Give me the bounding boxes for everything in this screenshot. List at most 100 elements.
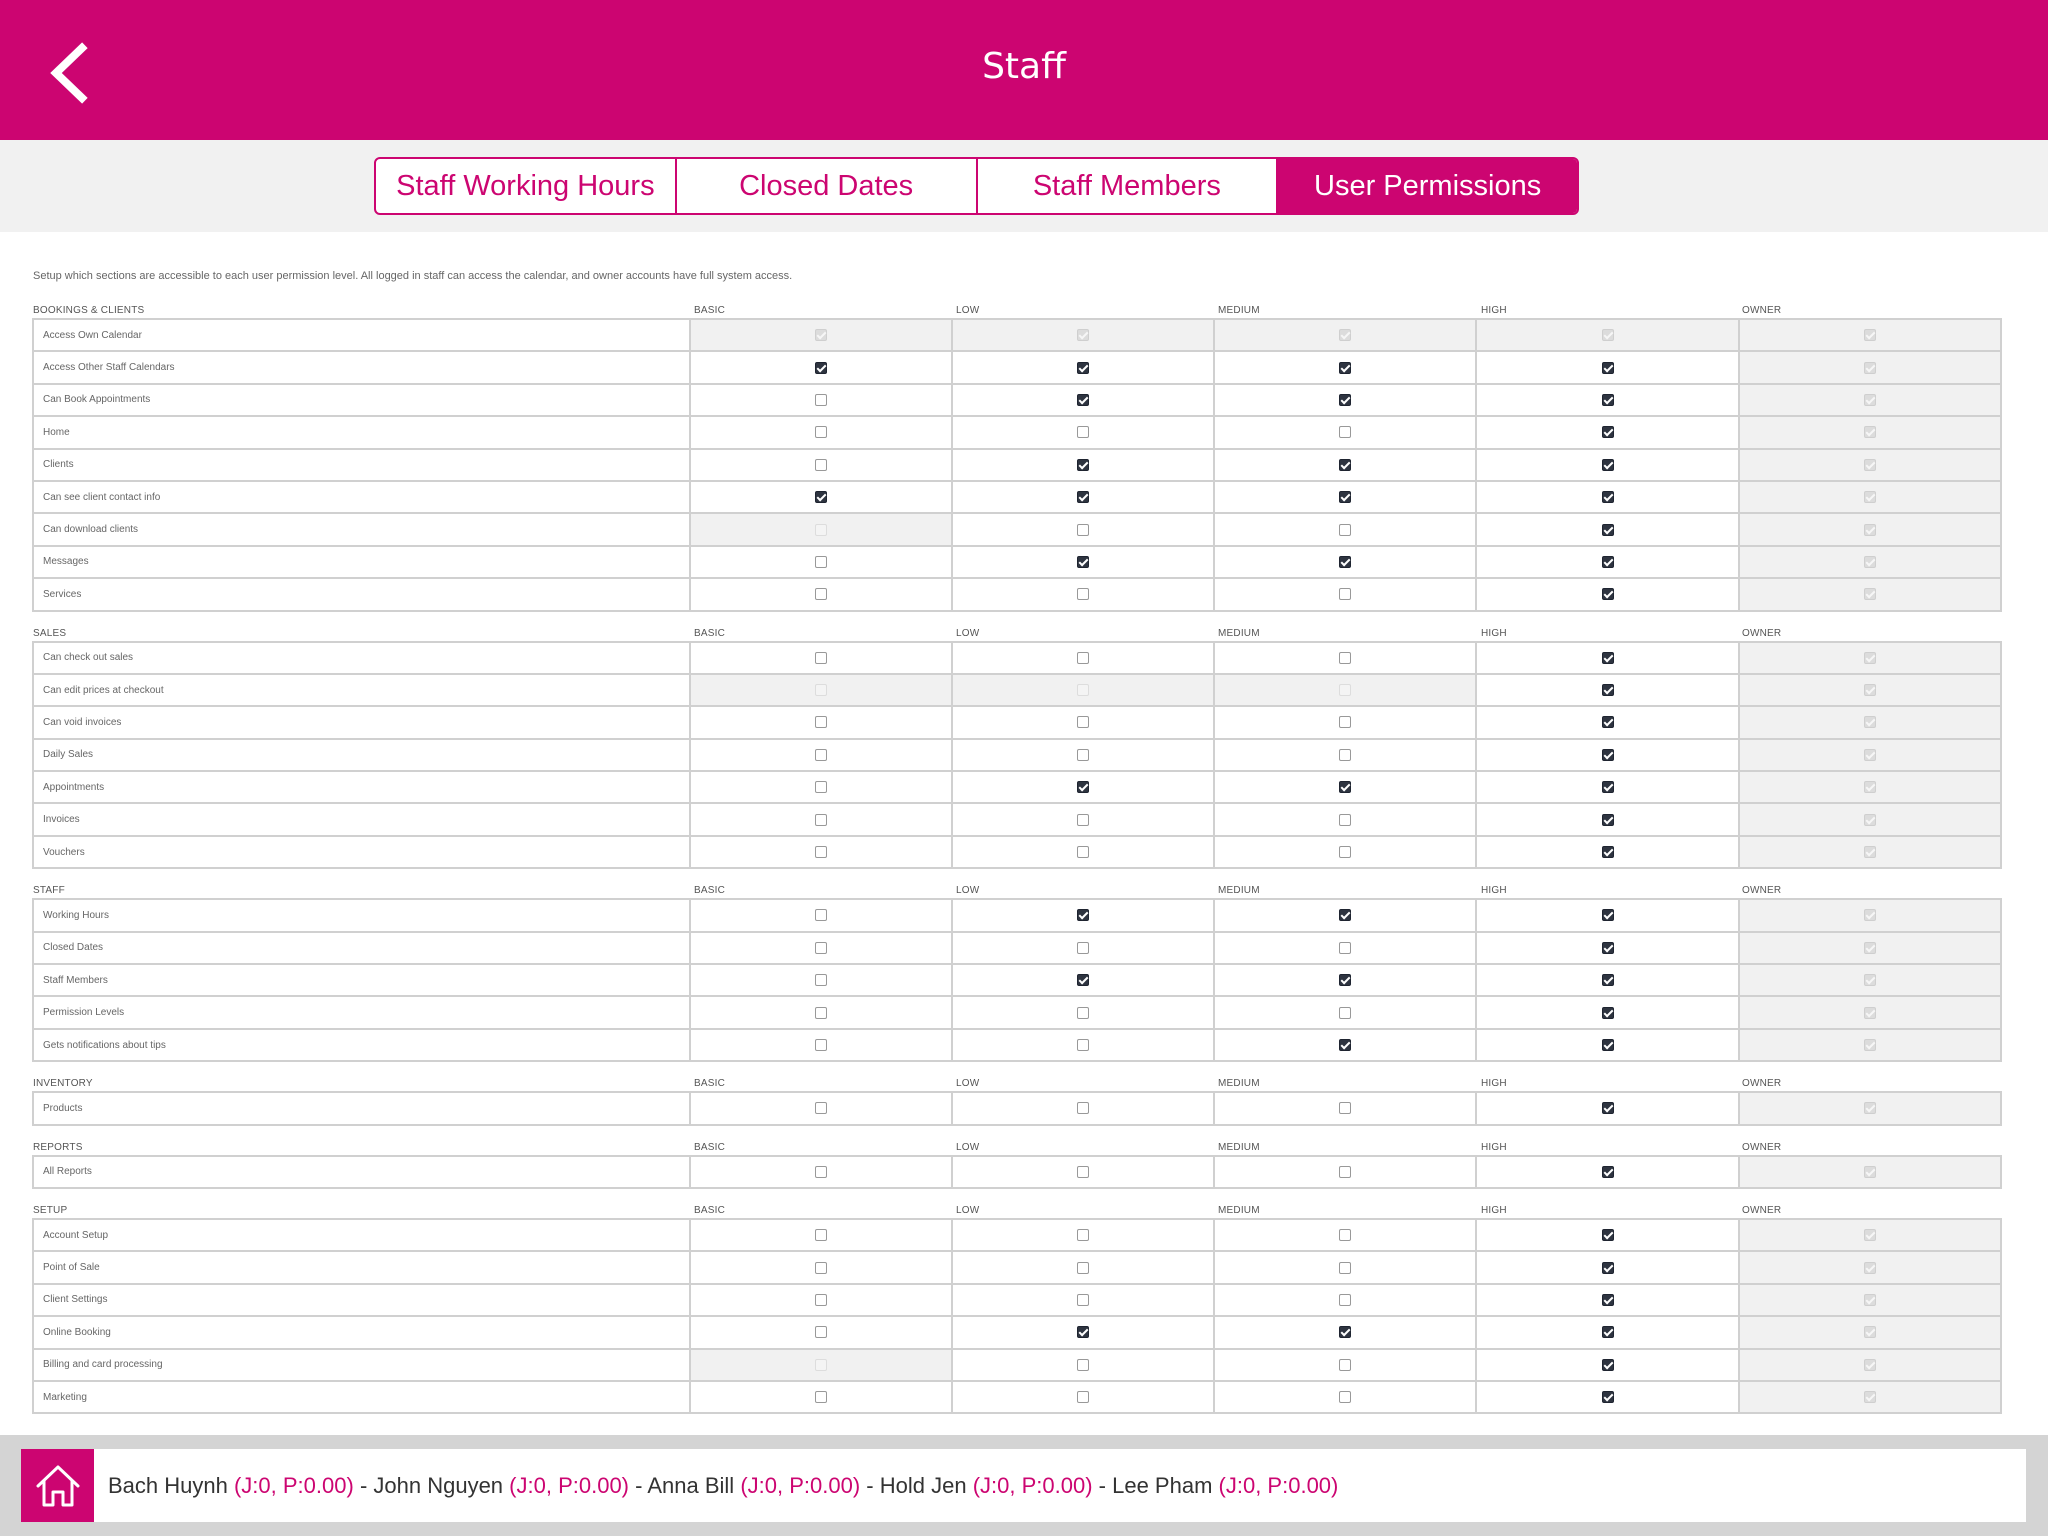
permission-checkbox[interactable]: [1601, 555, 1614, 568]
permission-checkbox[interactable]: [1077, 941, 1090, 954]
permission-checkbox[interactable]: [814, 846, 827, 859]
permission-checkbox[interactable]: [1077, 1293, 1090, 1306]
permission-checkbox[interactable]: [1339, 651, 1352, 664]
permission-checkbox[interactable]: [1077, 1326, 1090, 1339]
permission-checkbox[interactable]: [1601, 1293, 1614, 1306]
permission-checkbox[interactable]: [814, 1261, 827, 1274]
permission-checkbox[interactable]: [1601, 1358, 1614, 1371]
permission-checkbox[interactable]: [1339, 781, 1352, 794]
permission-checkbox[interactable]: [1601, 1102, 1614, 1115]
permission-checkbox[interactable]: [814, 748, 827, 761]
permission-checkbox[interactable]: [1077, 555, 1090, 568]
permission-checkbox[interactable]: [1601, 941, 1614, 954]
permission-checkbox[interactable]: [1601, 684, 1614, 697]
permission-checkbox[interactable]: [1339, 1229, 1352, 1242]
permission-checkbox[interactable]: [1077, 1102, 1090, 1115]
permission-checkbox[interactable]: [1339, 1039, 1352, 1051]
permission-checkbox[interactable]: [1601, 361, 1614, 374]
permission-checkbox[interactable]: [1339, 555, 1352, 568]
permission-checkbox[interactable]: [814, 974, 827, 987]
permission-checkbox[interactable]: [814, 1293, 827, 1306]
home-button[interactable]: [21, 1449, 94, 1522]
permission-checkbox[interactable]: [1077, 523, 1090, 536]
tab-user-permissions[interactable]: User Permissions: [1278, 159, 1577, 213]
permission-checkbox[interactable]: [1077, 361, 1090, 374]
permission-checkbox[interactable]: [1339, 813, 1352, 826]
permission-checkbox[interactable]: [1339, 1102, 1352, 1115]
permission-checkbox[interactable]: [814, 555, 827, 568]
permission-checkbox[interactable]: [1339, 393, 1352, 406]
permission-checkbox[interactable]: [1601, 458, 1614, 471]
permission-checkbox[interactable]: [1339, 1261, 1352, 1274]
permission-checkbox[interactable]: [814, 1102, 827, 1115]
permission-checkbox[interactable]: [1339, 716, 1352, 729]
permission-checkbox[interactable]: [814, 1229, 827, 1242]
permission-checkbox[interactable]: [814, 1165, 827, 1178]
permission-checkbox[interactable]: [1339, 1358, 1352, 1371]
permission-checkbox[interactable]: [1077, 1358, 1090, 1371]
permission-checkbox[interactable]: [1339, 1391, 1352, 1404]
permission-checkbox[interactable]: [814, 1039, 827, 1051]
tab-closed-dates[interactable]: Closed Dates: [677, 159, 978, 213]
permission-checkbox[interactable]: [1601, 651, 1614, 664]
permission-checkbox[interactable]: [1601, 748, 1614, 761]
permission-checkbox[interactable]: [1339, 523, 1352, 536]
permission-checkbox[interactable]: [1601, 813, 1614, 826]
permission-checkbox[interactable]: [1601, 846, 1614, 859]
permission-checkbox[interactable]: [1077, 781, 1090, 794]
permission-checkbox[interactable]: [814, 361, 827, 374]
permission-checkbox[interactable]: [814, 941, 827, 954]
permission-checkbox[interactable]: [1077, 1229, 1090, 1242]
permission-checkbox[interactable]: [1601, 393, 1614, 406]
permission-checkbox[interactable]: [814, 426, 827, 439]
permission-checkbox[interactable]: [1077, 1391, 1090, 1404]
permission-checkbox[interactable]: [1601, 426, 1614, 439]
permission-checkbox[interactable]: [1339, 1006, 1352, 1019]
permission-checkbox[interactable]: [1339, 909, 1352, 922]
permission-checkbox[interactable]: [814, 1006, 827, 1019]
permission-checkbox[interactable]: [1601, 716, 1614, 729]
permission-checkbox[interactable]: [814, 1326, 827, 1339]
permission-checkbox[interactable]: [1077, 1261, 1090, 1274]
permission-checkbox[interactable]: [1601, 1391, 1614, 1404]
permission-checkbox[interactable]: [814, 651, 827, 664]
permission-checkbox[interactable]: [1601, 1229, 1614, 1242]
permission-checkbox[interactable]: [1077, 651, 1090, 664]
permission-checkbox[interactable]: [1077, 748, 1090, 761]
permission-checkbox[interactable]: [1339, 588, 1352, 601]
permission-checkbox[interactable]: [814, 909, 827, 922]
permission-checkbox[interactable]: [1077, 491, 1090, 504]
permission-checkbox[interactable]: [1339, 361, 1352, 374]
permission-checkbox[interactable]: [814, 458, 827, 471]
permission-checkbox[interactable]: [1077, 426, 1090, 439]
permission-checkbox[interactable]: [1339, 846, 1352, 859]
permission-checkbox[interactable]: [814, 716, 827, 729]
permission-checkbox[interactable]: [814, 588, 827, 601]
permission-checkbox[interactable]: [1601, 523, 1614, 536]
permission-checkbox[interactable]: [1339, 1293, 1352, 1306]
permission-checkbox[interactable]: [1601, 781, 1614, 794]
permission-checkbox[interactable]: [1077, 1006, 1090, 1019]
permission-checkbox[interactable]: [1339, 458, 1352, 471]
permission-checkbox[interactable]: [1339, 941, 1352, 954]
permission-checkbox[interactable]: [1339, 491, 1352, 504]
permission-checkbox[interactable]: [1601, 491, 1614, 504]
permission-checkbox[interactable]: [1339, 974, 1352, 987]
permission-checkbox[interactable]: [814, 393, 827, 406]
permission-checkbox[interactable]: [1077, 813, 1090, 826]
permission-checkbox[interactable]: [1339, 1326, 1352, 1339]
permission-checkbox[interactable]: [1601, 1165, 1614, 1178]
permission-checkbox[interactable]: [1077, 974, 1090, 987]
permission-checkbox[interactable]: [814, 813, 827, 826]
permission-checkbox[interactable]: [1077, 458, 1090, 471]
permission-checkbox[interactable]: [1601, 1326, 1614, 1339]
permission-checkbox[interactable]: [1339, 426, 1352, 439]
permission-checkbox[interactable]: [1339, 748, 1352, 761]
permission-checkbox[interactable]: [1601, 1261, 1614, 1274]
permission-checkbox[interactable]: [1601, 1006, 1614, 1019]
permission-checkbox[interactable]: [1601, 909, 1614, 922]
permission-checkbox[interactable]: [814, 781, 827, 794]
permission-checkbox[interactable]: [1077, 716, 1090, 729]
permission-checkbox[interactable]: [1339, 1165, 1352, 1178]
permission-checkbox[interactable]: [1077, 909, 1090, 922]
